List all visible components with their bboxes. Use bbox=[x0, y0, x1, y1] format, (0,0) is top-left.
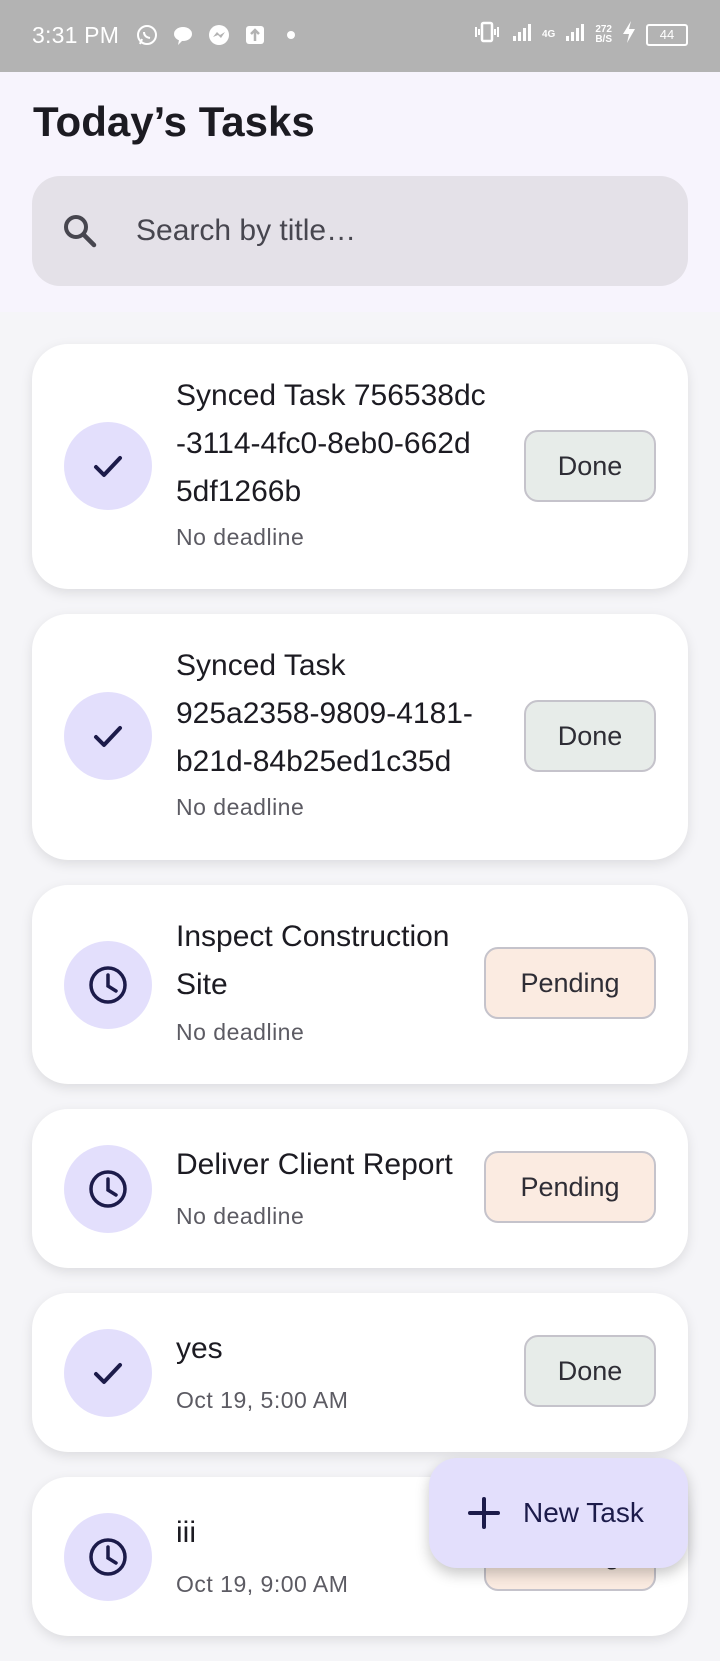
task-title-line: Synced Task bbox=[176, 649, 346, 682]
search-bar[interactable] bbox=[32, 176, 688, 286]
signal-icon bbox=[510, 20, 534, 49]
task-title-line: Synced Task 756538dc bbox=[176, 379, 486, 412]
task-card[interactable]: Deliver Client Report No deadline Pendin… bbox=[32, 1109, 688, 1268]
task-title-line: Site bbox=[176, 968, 228, 1001]
task-title-line: iii bbox=[176, 1516, 196, 1549]
task-title: yes bbox=[176, 1325, 223, 1373]
status-chip-pending[interactable]: Pending bbox=[484, 947, 656, 1019]
task-deadline: No deadline bbox=[176, 524, 305, 550]
task-deadline: No deadline bbox=[176, 794, 305, 820]
task-card[interactable]: Synced Task 925a2358-9809-4181- b21d-84b… bbox=[32, 614, 688, 860]
task-title-line: 5df1266b bbox=[176, 475, 302, 508]
task-title: Inspect Construction Site bbox=[176, 913, 449, 1009]
chat-bubble-icon bbox=[170, 22, 196, 48]
task-title-line: Deliver Client Report bbox=[176, 1148, 453, 1181]
page-title: Today’s Tasks bbox=[33, 98, 315, 145]
status-chip-done[interactable]: Done bbox=[524, 1335, 656, 1407]
task-deadline: No deadline bbox=[176, 1203, 305, 1229]
task-title-line: b21d-84b25ed1c35d bbox=[176, 745, 452, 778]
app-notification-icon bbox=[242, 22, 268, 48]
task-status-avatar bbox=[64, 422, 152, 510]
network-type-label: 4G bbox=[541, 28, 556, 40]
task-status-avatar bbox=[64, 692, 152, 780]
task-title-line: yes bbox=[176, 1332, 223, 1365]
search-input[interactable] bbox=[134, 213, 618, 249]
network-speed: 272 B/S bbox=[595, 24, 612, 45]
status-time: 3:31 PM bbox=[32, 22, 120, 48]
task-title-line: -3114-4fc0-8eb0-662d bbox=[176, 427, 471, 460]
task-status-avatar bbox=[64, 941, 152, 1029]
new-task-label: New Task bbox=[523, 1497, 644, 1528]
plus-icon bbox=[467, 1496, 501, 1530]
task-status-avatar bbox=[64, 1329, 152, 1417]
task-title: Synced Task 756538dc -3114-4fc0-8eb0-662… bbox=[176, 372, 486, 516]
search-icon bbox=[60, 211, 100, 251]
task-title: Deliver Client Report bbox=[176, 1141, 453, 1189]
status-chip-pending[interactable]: Pending bbox=[484, 1151, 656, 1223]
signal-icon-secondary bbox=[563, 20, 587, 49]
task-deadline: No deadline bbox=[176, 1019, 305, 1045]
task-card[interactable]: yes Oct 19, 5:00 AM Done bbox=[32, 1293, 688, 1452]
battery-indicator: 44 bbox=[646, 23, 688, 46]
check-icon bbox=[94, 1363, 122, 1384]
messenger-icon bbox=[206, 22, 232, 48]
task-title: Synced Task 925a2358-9809-4181- b21d-84b… bbox=[176, 642, 473, 786]
clock-icon bbox=[89, 1170, 127, 1208]
task-title-line: 925a2358-9809-4181- bbox=[176, 697, 473, 730]
app-header: Today’s Tasks bbox=[0, 72, 720, 312]
more-notifications-dot-icon bbox=[278, 22, 304, 48]
network-speed-unit: B/S bbox=[595, 33, 612, 45]
status-bar: 3:31 PM 4G 272 B/S 44 bbox=[0, 0, 720, 72]
vibrate-icon bbox=[472, 20, 502, 49]
task-deadline: Oct 19, 5:00 AM bbox=[176, 1387, 349, 1413]
task-title-line: Inspect Construction bbox=[176, 920, 450, 953]
task-deadline: Oct 19, 9:00 AM bbox=[176, 1571, 349, 1597]
whatsapp-icon bbox=[134, 22, 160, 48]
check-icon bbox=[94, 726, 122, 747]
task-status-avatar bbox=[64, 1513, 152, 1601]
clock-icon bbox=[89, 966, 127, 1004]
check-icon bbox=[94, 456, 122, 477]
charging-icon bbox=[620, 20, 638, 49]
task-title: iii bbox=[176, 1509, 196, 1557]
new-task-button[interactable]: New Task bbox=[429, 1458, 688, 1568]
status-chip-done[interactable]: Done bbox=[524, 430, 656, 502]
task-status-avatar bbox=[64, 1145, 152, 1233]
task-card[interactable]: Synced Task 756538dc -3114-4fc0-8eb0-662… bbox=[32, 344, 688, 589]
status-chip-done[interactable]: Done bbox=[524, 700, 656, 772]
clock-icon bbox=[89, 1538, 127, 1576]
task-card[interactable]: Inspect Construction Site No deadline Pe… bbox=[32, 885, 688, 1084]
notification-icons bbox=[134, 22, 304, 48]
system-icons: 4G 272 B/S 44 bbox=[472, 20, 688, 49]
